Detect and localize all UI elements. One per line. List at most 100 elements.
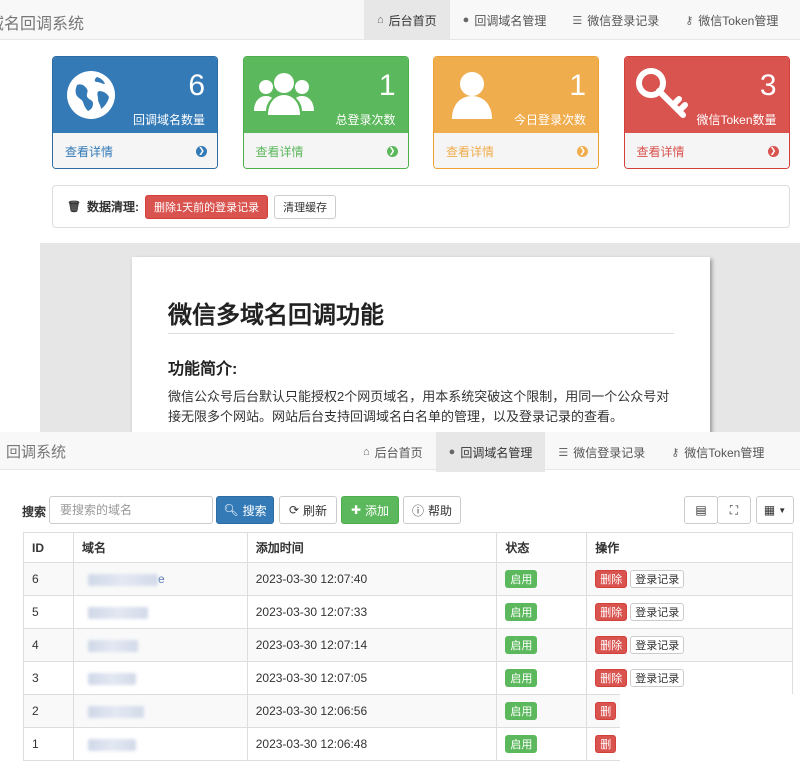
- clear-cache-button[interactable]: 清理缓存: [274, 194, 337, 219]
- table-header-row: ID 域名 添加时间 状态 操作: [23, 532, 793, 563]
- nav-item-globe[interactable]: ● 回调域名管理: [435, 432, 546, 472]
- stat-tile-header: 1 今日登录次数: [434, 57, 598, 133]
- column-header[interactable]: 操作: [586, 532, 793, 563]
- refresh-button[interactable]: ⟳ 刷新: [279, 496, 337, 524]
- grid-icon: ▦: [763, 503, 776, 517]
- search-input[interactable]: [49, 496, 213, 524]
- column-header[interactable]: 添加时间: [246, 532, 498, 563]
- brand-title[interactable]: 域名回调系统: [0, 10, 84, 34]
- data-clean-panel: 🗑 数据清理: 删除1天前的登录记录 清理缓存: [52, 185, 790, 228]
- nav-item-home[interactable]: ⌂ 后台首页: [350, 432, 436, 472]
- nav-item-label: 后台首页: [374, 445, 423, 460]
- view-details-link[interactable]: 查看详情 ❯: [53, 133, 217, 168]
- nav-item-globe[interactable]: ● 回调域名管理: [450, 0, 560, 40]
- dashboard-screenshot: 域名回调系统 ⌂ 后台首页 ● 回调域名管理 ☰ 微信登录记录 ⚷ 微信Token管理 6 回调…: [0, 0, 800, 432]
- card-view-toggle[interactable]: ▤: [684, 496, 718, 524]
- delete-old-logs-button[interactable]: 删除1天前的登录记录: [144, 194, 269, 219]
- delete-row-button[interactable]: 删除: [595, 636, 628, 654]
- column-header[interactable]: 状态: [496, 532, 588, 563]
- stat-label: 今日登录次数: [513, 113, 586, 127]
- stat-label: 微信Token数量: [696, 113, 777, 127]
- column-header[interactable]: 域名: [72, 532, 248, 563]
- doc-title: 微信多域名回调功能: [168, 302, 384, 329]
- columns-dropdown[interactable]: ▦ ▼: [756, 496, 794, 524]
- nav-item-label: 微信Token管理: [698, 13, 779, 28]
- nav-item-home[interactable]: ⌂ 后台首页: [364, 0, 450, 40]
- nav-item-list[interactable]: ☰ 微信登录记录: [559, 0, 672, 40]
- delete-row-button[interactable]: 删: [595, 702, 617, 720]
- view-details-link[interactable]: 查看详情 ❯: [624, 133, 789, 168]
- top-navbar-2: 回调系统 ⌂ 后台首页 ● 回调域名管理 ☰ 微信登录记录 ⚷ 微信Token管理: [0, 432, 800, 472]
- domain-manage-screenshot: 回调系统 ⌂ 后台首页 ● 回调域名管理 ☰ 微信登录记录 ⚷ 微信Token管理 搜索 🔍︎…: [0, 432, 800, 772]
- brand-title-2[interactable]: 回调系统: [6, 441, 66, 462]
- view-details-link[interactable]: 查看详情 ❯: [243, 133, 408, 168]
- cell-status: 启用: [496, 661, 588, 695]
- stat-tile-header: 6 回调域名数量: [53, 57, 217, 133]
- stat-count: 3: [759, 69, 777, 102]
- cell-id: 2: [23, 694, 74, 728]
- table-row: 6 e 2023-03-30 12:07:40 启用 删除 登录记录: [23, 562, 793, 596]
- globe-icon: ●: [462, 14, 470, 26]
- stat-tiles: 6 回调域名数量 查看详情 ❯ 1 总登录次数 查看详情 ❯ 1 今日登录次数 查看详情 ❯ 3 微信To…: [52, 56, 790, 170]
- refresh-button-label: 刷新: [303, 503, 328, 518]
- nav-item-label: 回调域名管理: [460, 445, 533, 460]
- search-button[interactable]: 🔍︎ 搜索: [216, 496, 274, 524]
- cell-domain: [72, 727, 248, 761]
- nav-menu-2: ⌂ 后台首页 ● 回调域名管理 ☰ 微信登录记录 ⚷ 微信Token管理: [350, 432, 777, 472]
- redacted-domain: [87, 705, 144, 718]
- view-details-label: 查看详情: [636, 144, 685, 159]
- status-badge: 启用: [505, 702, 538, 720]
- cell-time: 2023-03-30 12:07:05: [246, 661, 498, 695]
- add-button[interactable]: ✚ 添加: [341, 496, 399, 524]
- doc-divider: [168, 333, 674, 334]
- nav-item-key[interactable]: ⚷ 微信Token管理: [658, 432, 777, 472]
- globe-icon: [63, 67, 119, 123]
- redacted-domain: [87, 639, 138, 652]
- table-toolbar: 搜索 🔍︎搜索 ⟳刷新 ✚添加 ⓘ帮助 ▤ ⛶ ▦▼: [22, 496, 794, 524]
- status-badge: 启用: [505, 735, 538, 753]
- delete-row-button[interactable]: 删: [595, 735, 617, 753]
- cell-status: 启用: [496, 562, 588, 596]
- nav-item-label: 后台首页: [388, 13, 437, 28]
- view-details-link[interactable]: 查看详情 ❯: [434, 133, 598, 168]
- stat-count: 1: [378, 69, 396, 102]
- key-icon: ⚷: [671, 446, 680, 459]
- stat-tile-user: 1 今日登录次数 查看详情 ❯: [433, 56, 599, 169]
- status-badge: 启用: [505, 636, 538, 654]
- delete-row-button[interactable]: 删除: [595, 603, 628, 621]
- key-icon: [635, 67, 691, 123]
- nav-item-label: 微信登录记录: [587, 13, 660, 28]
- nav-item-label: 微信Token管理: [684, 445, 765, 460]
- delete-row-button[interactable]: 删除: [595, 669, 628, 687]
- plus-icon: ✚: [350, 503, 362, 517]
- refresh-icon: ⟳: [288, 503, 300, 517]
- redacted-domain: [87, 573, 158, 586]
- delete-row-button[interactable]: 删除: [595, 570, 628, 588]
- top-navbar: 域名回调系统 ⌂ 后台首页 ● 回调域名管理 ☰ 微信登录记录 ⚷ 微信Token管理: [0, 0, 800, 40]
- table-row: 5 2023-03-30 12:07:33 启用 删除 登录记录: [23, 595, 793, 629]
- search-button-label: 搜索: [242, 503, 267, 518]
- login-records-button[interactable]: 登录记录: [630, 603, 685, 621]
- cell-domain: [72, 595, 248, 629]
- trash-icon: 🗑: [67, 201, 81, 213]
- nav-item-list[interactable]: ☰ 微信登录记录: [545, 432, 658, 472]
- help-button[interactable]: ⓘ 帮助: [403, 496, 461, 524]
- cell-time: 2023-03-30 12:07:14: [246, 628, 498, 662]
- cell-id: 1: [23, 727, 74, 761]
- nav-item-key[interactable]: ⚷ 微信Token管理: [672, 0, 791, 40]
- cell-status: 启用: [496, 727, 588, 761]
- key-icon: ⚷: [685, 14, 694, 27]
- stat-tile-header: 3 微信Token数量: [624, 57, 789, 133]
- cell-status: 启用: [496, 595, 588, 629]
- login-records-button[interactable]: 登录记录: [630, 636, 685, 654]
- column-header[interactable]: ID: [23, 532, 74, 563]
- login-records-button[interactable]: 登录记录: [630, 570, 685, 588]
- login-records-button[interactable]: 登录记录: [630, 669, 685, 687]
- nav-menu: ⌂ 后台首页 ● 回调域名管理 ☰ 微信登录记录 ⚷ 微信Token管理: [364, 0, 791, 40]
- status-badge: 启用: [505, 669, 538, 687]
- doc-paragraph: 微信公众号后台默认只能授权2个网页域名，用本系统突破这个限制，用同一个公众号对接…: [168, 389, 670, 424]
- fullscreen-toggle[interactable]: ⛶: [717, 496, 751, 524]
- help-button-label: 帮助: [428, 503, 453, 518]
- cell-time: 2023-03-30 12:06:48: [246, 727, 498, 761]
- table-row: 3 2023-03-30 12:07:05 启用 删除 登录记录: [23, 661, 793, 695]
